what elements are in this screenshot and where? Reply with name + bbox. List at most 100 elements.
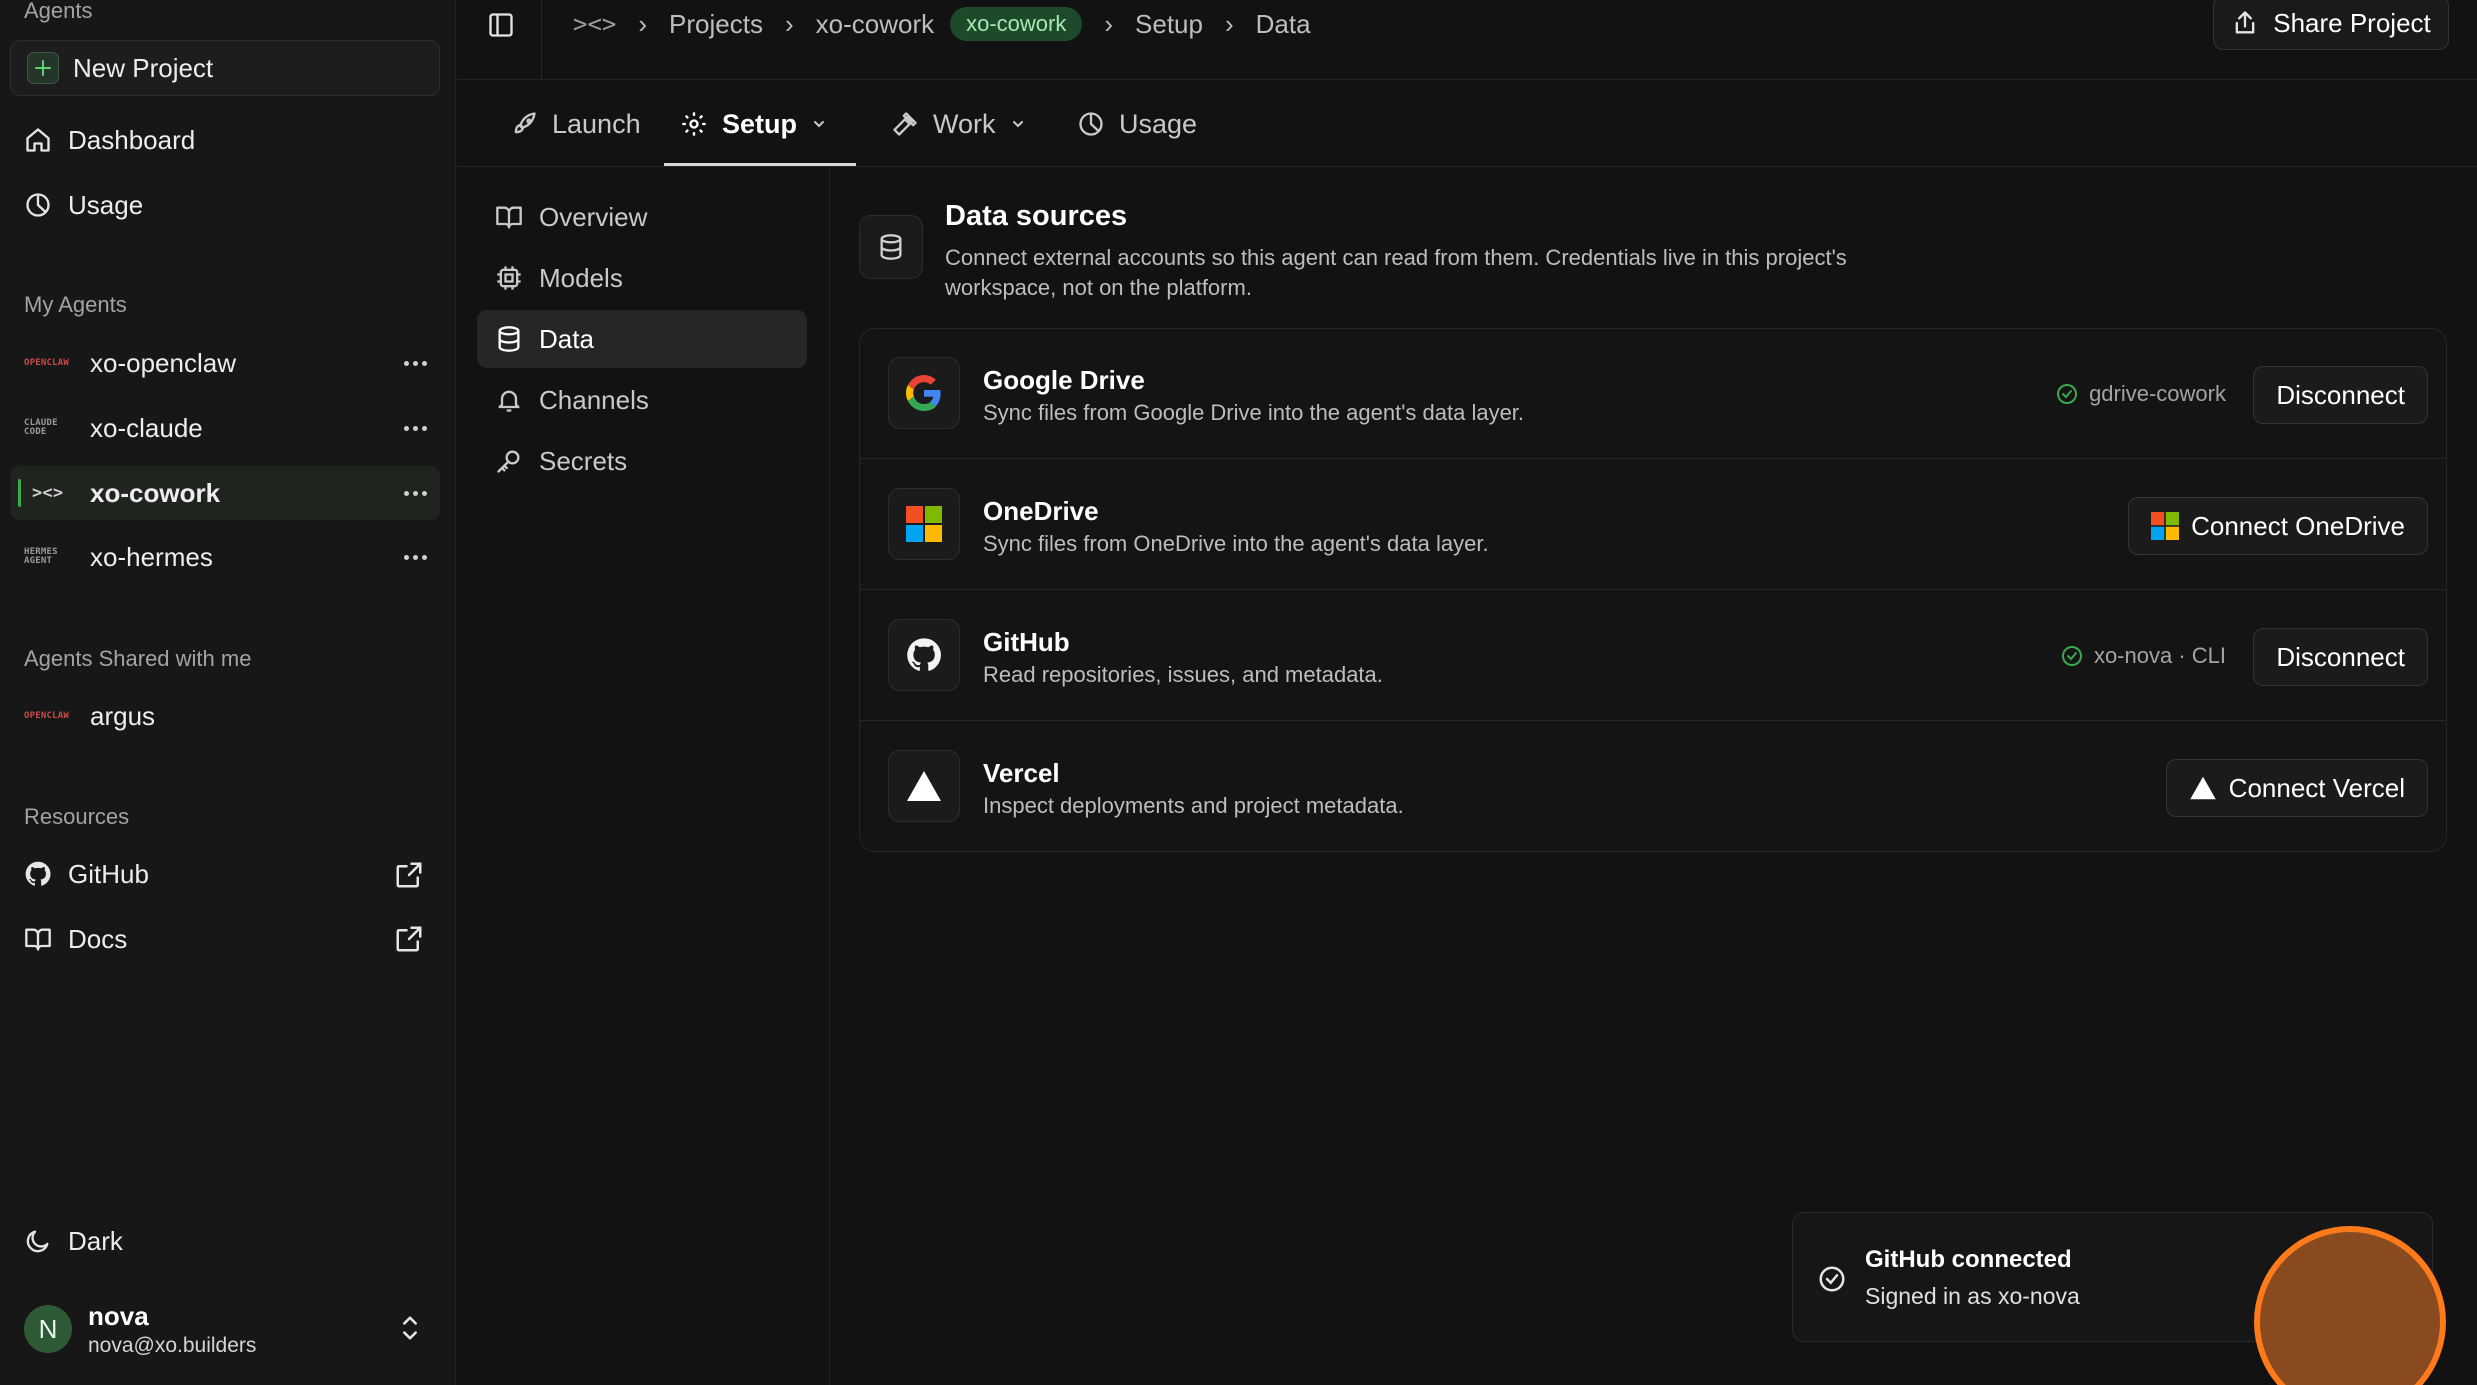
- source-name: GitHub: [983, 627, 1070, 657]
- rocket-icon: [510, 110, 538, 138]
- sidebar-item-usage[interactable]: Usage: [24, 185, 143, 225]
- breadcrumb: ><> › Projects › xo-cowork xo-cowork › S…: [573, 0, 1311, 48]
- button-label: Disconnect: [2276, 641, 2405, 672]
- agent-name: xo-claude: [90, 412, 203, 443]
- share-project-button[interactable]: Share Project: [2213, 0, 2449, 50]
- key-icon: [495, 447, 523, 475]
- disconnect-google-drive-button[interactable]: Disconnect: [2253, 366, 2428, 424]
- home-icon: [24, 126, 52, 154]
- page-title: Data sources: [945, 200, 1128, 232]
- avatar: N: [24, 1305, 72, 1353]
- chevron-right-icon: ›: [1224, 8, 1234, 39]
- subnav-label: Secrets: [539, 445, 628, 476]
- agent-row-xo-claude[interactable]: CLAUDE CODE xo-claude: [10, 401, 440, 455]
- connect-onedrive-button[interactable]: Connect OneDrive: [2128, 497, 2428, 555]
- my-agents-label: My Agents: [24, 292, 127, 317]
- subnav-item-overview[interactable]: Overview: [477, 188, 807, 246]
- agent-logo: ><>: [32, 482, 64, 503]
- cursor-indicator: [2254, 1226, 2446, 1385]
- moon-icon: [24, 1227, 52, 1255]
- share-icon: [2231, 9, 2259, 37]
- agent-logo: HERMES AGENT: [24, 547, 58, 566]
- more-options-icon[interactable]: [400, 413, 430, 443]
- subnav-label: Channels: [539, 384, 649, 415]
- gear-icon: [680, 110, 708, 138]
- source-description: Inspect deployments and project metadata…: [983, 793, 1404, 818]
- tab-label: Setup: [722, 108, 798, 139]
- source-name: Vercel: [983, 758, 1060, 788]
- new-project-button[interactable]: New Project: [10, 40, 440, 96]
- source-description: Sync files from Google Drive into the ag…: [983, 400, 1525, 425]
- more-options-icon[interactable]: [400, 348, 430, 378]
- project-badge: xo-cowork: [950, 7, 1083, 41]
- theme-label: Dark: [68, 1225, 123, 1256]
- connection-status: gdrive-cowork: [2055, 329, 2226, 459]
- divider: [541, 0, 542, 80]
- disconnect-github-button[interactable]: Disconnect: [2253, 628, 2428, 686]
- database-icon: [859, 215, 923, 279]
- bell-icon: [495, 386, 523, 414]
- more-options-icon[interactable]: [400, 542, 430, 572]
- resources-label: Resources: [24, 804, 130, 829]
- agent-logo: OPENCLAW: [24, 357, 69, 368]
- breadcrumb-projects[interactable]: Projects: [669, 9, 763, 40]
- sidebar-item-label: Usage: [68, 189, 144, 220]
- user-menu[interactable]: N nova nova@xo.builders: [24, 1298, 434, 1360]
- tab-work[interactable]: Work: [883, 81, 1034, 167]
- agent-name: xo-openclaw: [90, 347, 236, 378]
- chevron-right-icon: ›: [1104, 8, 1114, 39]
- sidebar-item-dashboard[interactable]: Dashboard: [24, 120, 195, 160]
- active-indicator: [18, 479, 21, 507]
- subnav-label: Data: [539, 323, 594, 354]
- agent-row-xo-hermes[interactable]: HERMES AGENT xo-hermes: [10, 530, 440, 584]
- hammer-icon: [891, 110, 919, 138]
- theme-toggle[interactable]: Dark: [24, 1221, 123, 1261]
- agent-name: xo-hermes: [90, 541, 213, 572]
- tab-launch[interactable]: Launch: [502, 81, 649, 167]
- subnav-item-secrets[interactable]: Secrets: [477, 432, 807, 490]
- agent-row-xo-openclaw[interactable]: OPENCLAW xo-openclaw: [10, 336, 440, 390]
- agent-name: argus: [90, 700, 156, 731]
- resource-label: Docs: [68, 923, 128, 954]
- data-source-vercel: Vercel Inspect deployments and project m…: [860, 722, 2446, 851]
- tab-usage[interactable]: Usage: [1069, 81, 1205, 167]
- breadcrumb-logo[interactable]: ><>: [573, 10, 616, 38]
- google-icon: [888, 357, 960, 429]
- breadcrumb-setup[interactable]: Setup: [1135, 9, 1203, 40]
- pie-chart-icon: [24, 191, 52, 219]
- subnav-item-models[interactable]: Models: [477, 249, 807, 307]
- tab-bar: Launch Setup Work Usage: [457, 81, 2477, 167]
- external-link-icon[interactable]: [394, 924, 424, 954]
- tab-label: Usage: [1119, 108, 1198, 139]
- user-info: nova nova@xo.builders: [88, 1301, 256, 1358]
- resource-link-github[interactable]: GitHub: [24, 854, 149, 894]
- chevron-down-icon: [811, 116, 827, 132]
- resource-label: GitHub: [68, 858, 149, 889]
- page-description: Connect external accounts so this agent …: [945, 245, 1847, 300]
- database-icon: [495, 325, 523, 353]
- plus-icon: [27, 52, 59, 84]
- external-link-icon[interactable]: [394, 860, 424, 890]
- check-circle-icon: [1817, 1264, 1847, 1294]
- button-label: Disconnect: [2276, 379, 2405, 410]
- agent-logo: OPENCLAW: [24, 710, 69, 721]
- agent-row-argus[interactable]: OPENCLAW argus: [10, 689, 440, 743]
- resource-link-docs[interactable]: Docs: [24, 919, 127, 959]
- connect-vercel-button[interactable]: Connect Vercel: [2165, 759, 2428, 817]
- subnav-item-data[interactable]: Data: [477, 310, 807, 368]
- new-project-label: New Project: [73, 52, 214, 83]
- chip-icon: [495, 264, 523, 292]
- chevron-right-icon: ›: [784, 8, 794, 39]
- agent-row-xo-cowork[interactable]: ><> xo-cowork: [10, 466, 440, 520]
- subnav-label: Models: [539, 262, 623, 293]
- connection-account: gdrive-cowork: [2089, 381, 2226, 406]
- breadcrumb-project[interactable]: xo-cowork: [816, 9, 934, 40]
- subnav-item-channels[interactable]: Channels: [477, 371, 807, 429]
- more-options-icon[interactable]: [400, 478, 430, 508]
- agent-name: xo-cowork: [90, 477, 221, 508]
- tab-label: Work: [933, 108, 996, 139]
- sidebar-toggle-icon[interactable]: [487, 11, 515, 39]
- tab-setup[interactable]: Setup: [672, 81, 835, 167]
- sidebar: Agents New Project Dashboard Usage My Ag…: [0, 0, 456, 1385]
- button-label: Connect Vercel: [2228, 772, 2405, 803]
